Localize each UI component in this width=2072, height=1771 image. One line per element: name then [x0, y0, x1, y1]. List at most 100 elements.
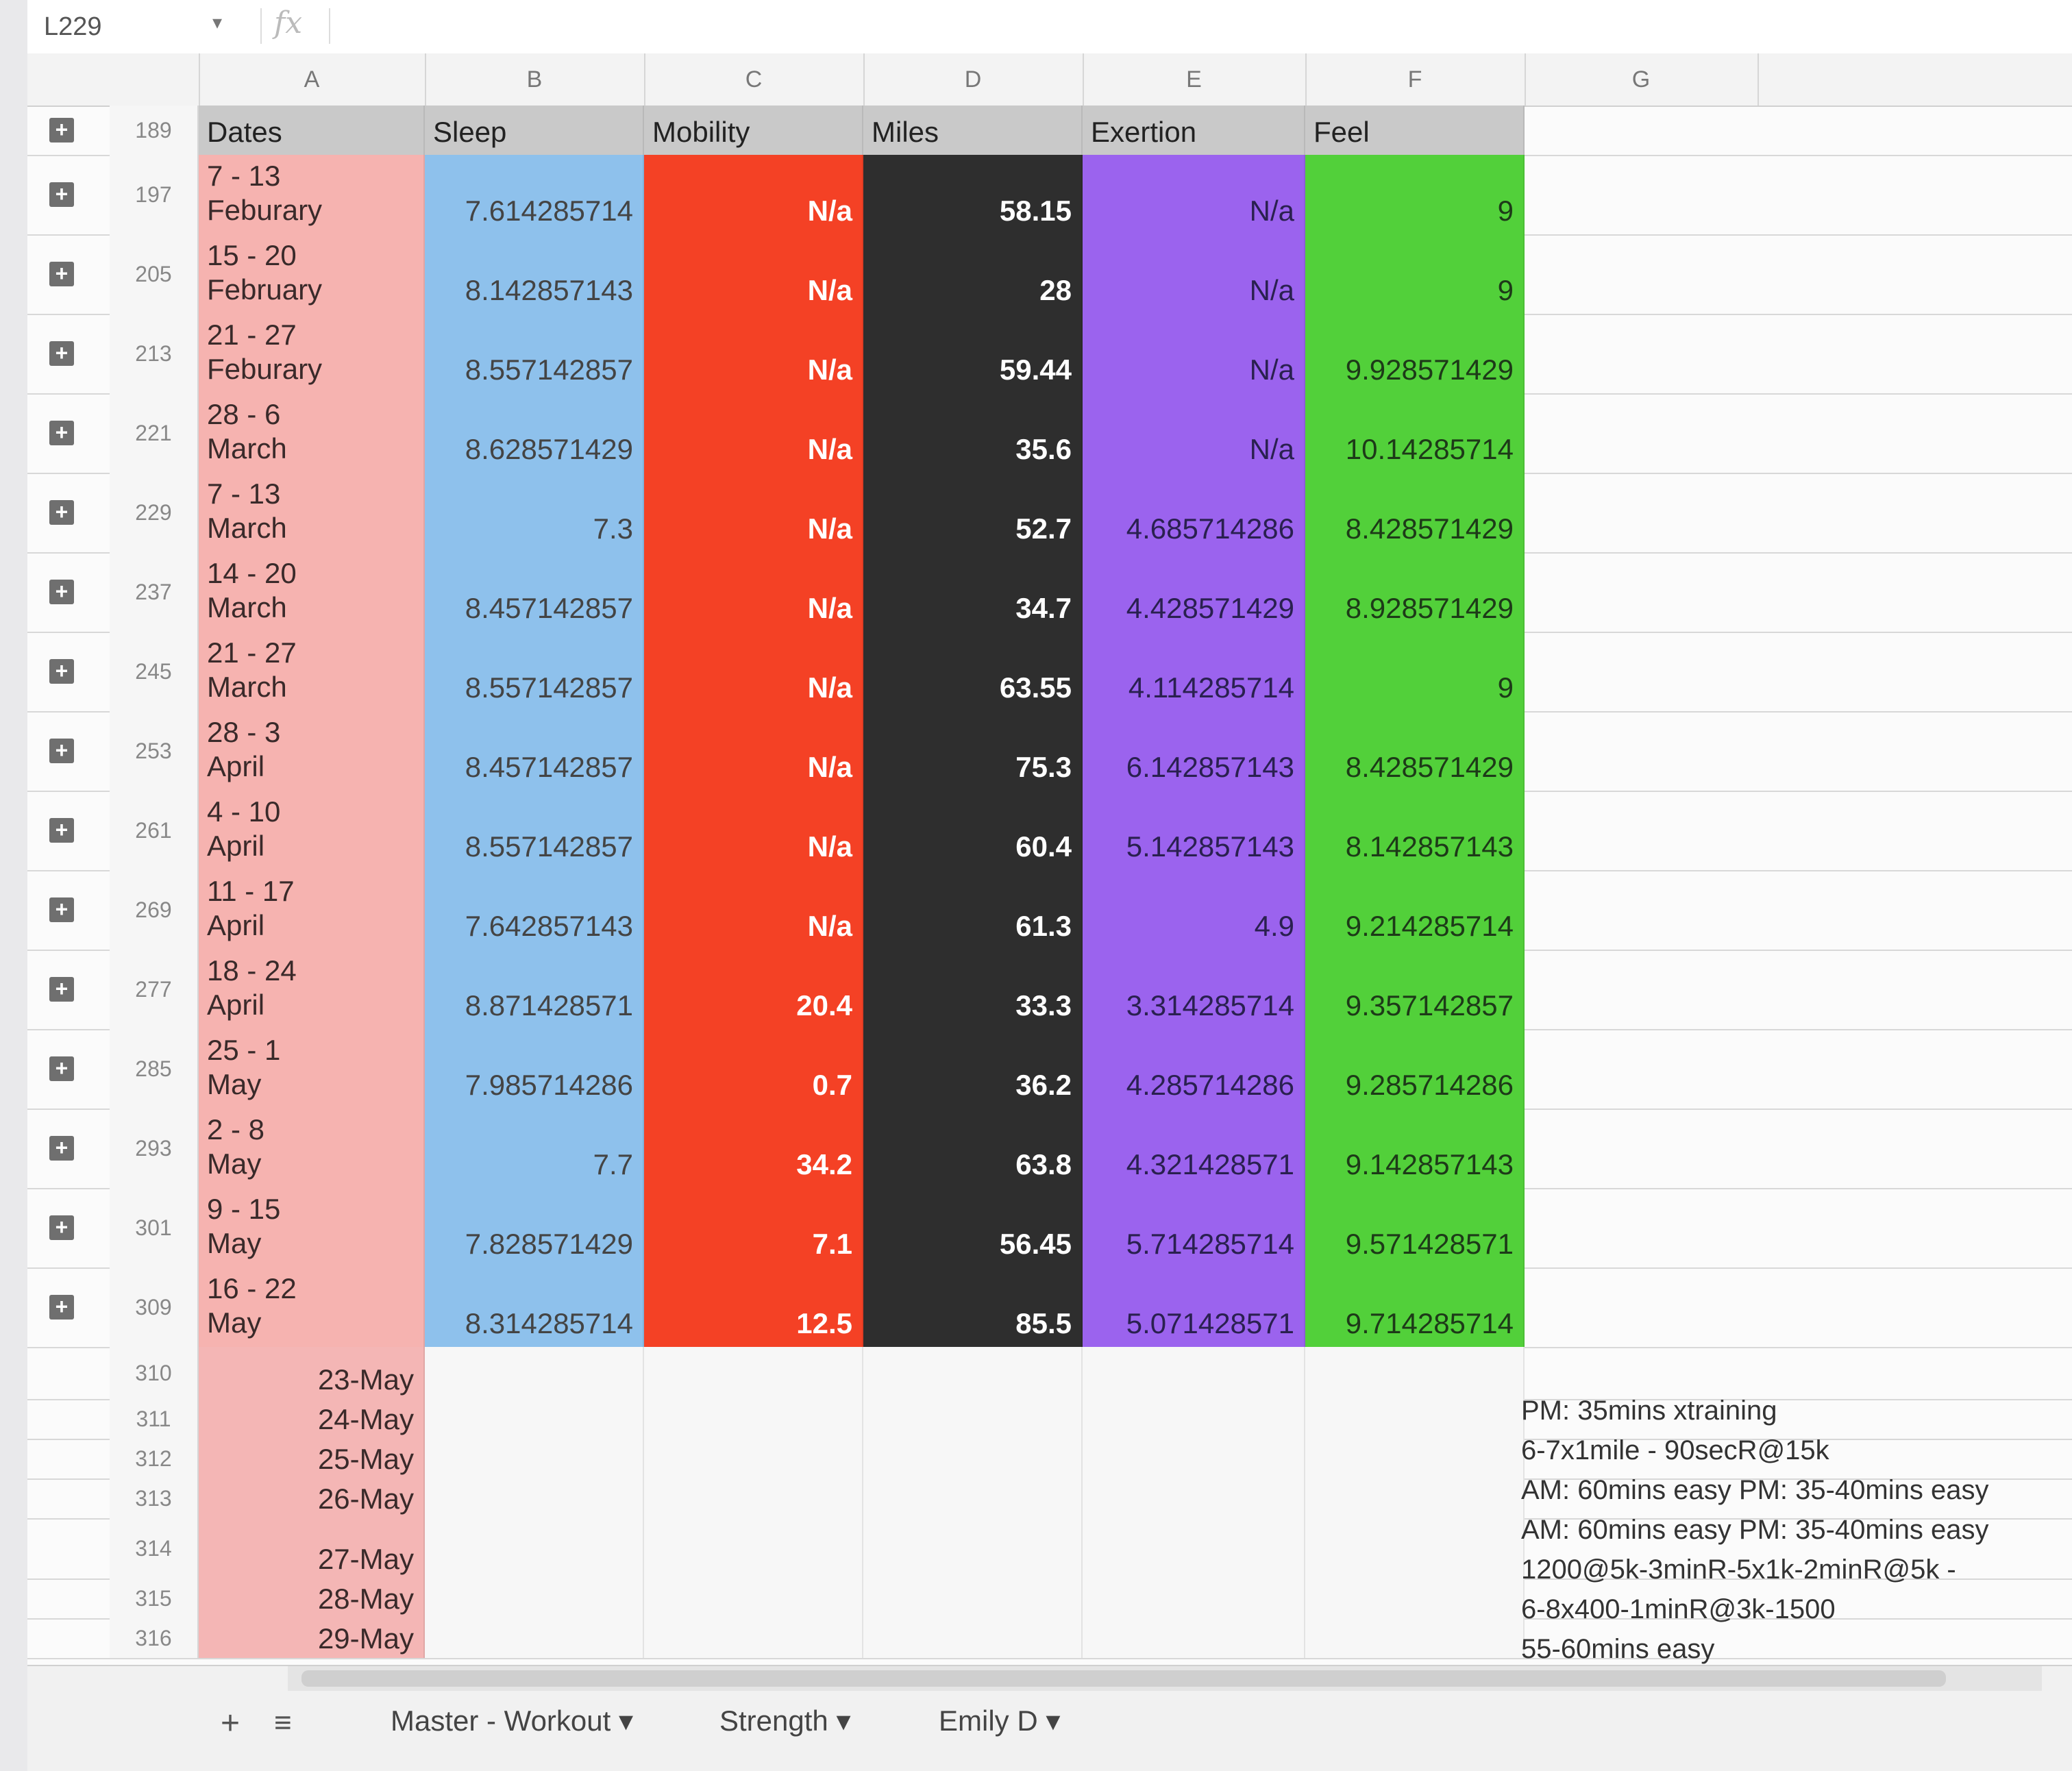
cell-miles[interactable]: 63.55 — [863, 632, 1083, 711]
cell-sleep[interactable] — [425, 1578, 644, 1618]
cell-miles[interactable]: 85.5 — [863, 1267, 1083, 1347]
cell-mobility[interactable]: N/a — [644, 473, 863, 552]
row-number[interactable]: 312 — [110, 1439, 199, 1478]
expand-group-icon[interactable]: + — [49, 1056, 74, 1081]
row-number[interactable]: 313 — [110, 1478, 199, 1518]
cell-feel[interactable]: 9.142857143 — [1305, 1109, 1525, 1188]
note-cell[interactable]: 1200@5k-3minR-5x1k-2minR@5k - — [1521, 1550, 2069, 1589]
cell-feel[interactable]: 9.285714286 — [1305, 1029, 1525, 1109]
cell-mobility[interactable] — [644, 1478, 863, 1518]
cell-feel[interactable]: 10.14285714 — [1305, 393, 1525, 473]
row-number[interactable]: 213 — [110, 314, 199, 393]
cell-mobility[interactable]: N/a — [644, 234, 863, 314]
cell-miles[interactable]: 59.44 — [863, 314, 1083, 393]
cell-dates[interactable]: 28 - 6 March — [199, 393, 425, 473]
cell-feel[interactable] — [1305, 1478, 1525, 1518]
cell-sleep[interactable]: 8.628571429 — [425, 393, 644, 473]
cell-miles[interactable] — [863, 1478, 1083, 1518]
row-number[interactable]: 237 — [110, 552, 199, 632]
expand-group-icon[interactable]: + — [49, 341, 74, 366]
cell-dates[interactable]: 29-May — [199, 1618, 425, 1658]
row-number[interactable]: 311 — [110, 1399, 199, 1439]
expand-group-icon[interactable]: + — [49, 182, 74, 207]
cell-sleep[interactable]: 8.871428571 — [425, 950, 644, 1029]
cell-dates[interactable]: 4 - 10 April — [199, 791, 425, 870]
note-cell[interactable]: AM: 60mins easy PM: 35-40mins easy — [1521, 1510, 2069, 1550]
column-header-e[interactable]: E — [1083, 53, 1307, 106]
expand-group-icon[interactable]: + — [49, 659, 74, 684]
cell-miles[interactable]: 34.7 — [863, 552, 1083, 632]
cell-dates[interactable]: 28 - 3 April — [199, 711, 425, 791]
cell-miles[interactable]: 63.8 — [863, 1109, 1083, 1188]
expand-group-icon[interactable]: + — [49, 1295, 74, 1320]
row-number[interactable]: 314 — [110, 1518, 199, 1578]
header-cell-miles[interactable]: Miles — [863, 106, 1083, 155]
cell-mobility[interactable] — [644, 1618, 863, 1658]
cell-mobility[interactable]: N/a — [644, 155, 863, 234]
note-cell[interactable]: PM: 35mins xtraining — [1521, 1391, 2069, 1431]
cell-mobility[interactable] — [644, 1578, 863, 1618]
note-cell[interactable]: 6-7x1mile - 90secR@15k — [1521, 1431, 2069, 1470]
cell-exertion[interactable] — [1083, 1578, 1305, 1618]
sheet-tab-emily-d[interactable]: Emily D ▾ — [918, 1694, 1081, 1748]
row-number[interactable]: 245 — [110, 632, 199, 711]
cell-exertion[interactable]: N/a — [1083, 393, 1305, 473]
cell-dates[interactable]: 2 - 8 May — [199, 1109, 425, 1188]
cell-mobility[interactable] — [644, 1518, 863, 1578]
cell-exertion[interactable] — [1083, 1618, 1305, 1658]
cell-miles[interactable] — [863, 1399, 1083, 1439]
cell-feel[interactable]: 9.214285714 — [1305, 870, 1525, 950]
cell-feel[interactable] — [1305, 1439, 1525, 1478]
cell-dates[interactable]: 11 - 17 April — [199, 870, 425, 950]
chevron-down-icon[interactable]: ▾ — [212, 11, 222, 34]
cell-feel[interactable] — [1305, 1347, 1525, 1399]
column-header-f[interactable]: F — [1305, 53, 1526, 106]
cell-feel[interactable] — [1305, 1518, 1525, 1578]
expand-group-icon[interactable]: + — [49, 262, 74, 286]
cell-exertion[interactable] — [1083, 1478, 1305, 1518]
cell-miles[interactable] — [863, 1347, 1083, 1399]
cell-mobility[interactable]: 20.4 — [644, 950, 863, 1029]
row-number[interactable]: 277 — [110, 950, 199, 1029]
header-cell-feel[interactable]: Feel — [1305, 106, 1525, 155]
expand-group-icon[interactable]: + — [49, 739, 74, 763]
row-number[interactable]: 197 — [110, 155, 199, 234]
cell-mobility[interactable]: N/a — [644, 791, 863, 870]
column-header-g[interactable]: G — [1525, 53, 1759, 106]
cell-mobility[interactable]: 7.1 — [644, 1188, 863, 1267]
cell-mobility[interactable]: N/a — [644, 314, 863, 393]
cell-feel[interactable]: 8.928571429 — [1305, 552, 1525, 632]
row-number[interactable]: 316 — [110, 1618, 199, 1658]
expand-group-icon[interactable]: + — [49, 897, 74, 922]
cell-mobility[interactable]: N/a — [644, 711, 863, 791]
cell-dates[interactable]: 18 - 24 April — [199, 950, 425, 1029]
cell-feel[interactable] — [1305, 1578, 1525, 1618]
row-number[interactable]: 261 — [110, 791, 199, 870]
cell-exertion[interactable]: 4.9 — [1083, 870, 1305, 950]
cell-feel[interactable]: 9.714285714 — [1305, 1267, 1525, 1347]
cell-exertion[interactable] — [1083, 1399, 1305, 1439]
cell-exertion[interactable]: 6.142857143 — [1083, 711, 1305, 791]
cell-dates[interactable]: 7 - 13 Feburary — [199, 155, 425, 234]
expand-group-icon[interactable]: + — [49, 1136, 74, 1161]
cell-dates[interactable]: 25 - 1 May — [199, 1029, 425, 1109]
header-cell-exertion[interactable]: Exertion — [1083, 106, 1305, 155]
cell-miles[interactable]: 33.3 — [863, 950, 1083, 1029]
cell-sleep[interactable]: 7.3 — [425, 473, 644, 552]
cell-dates[interactable]: 14 - 20 March — [199, 552, 425, 632]
cell-sleep[interactable]: 8.557142857 — [425, 314, 644, 393]
expand-group-icon[interactable]: + — [49, 500, 74, 525]
cell-feel[interactable]: 8.428571429 — [1305, 711, 1525, 791]
note-cell[interactable]: AM: 60mins easy PM: 35-40mins easy — [1521, 1470, 2069, 1510]
cell-exertion[interactable]: 5.714285714 — [1083, 1188, 1305, 1267]
expand-group-icon[interactable]: + — [49, 1215, 74, 1240]
cell-dates[interactable]: 27-May — [199, 1518, 425, 1578]
cell-feel[interactable]: 9 — [1305, 632, 1525, 711]
cell-miles[interactable]: 75.3 — [863, 711, 1083, 791]
cell-sleep[interactable] — [425, 1618, 644, 1658]
cell-mobility[interactable]: N/a — [644, 393, 863, 473]
scrollbar-thumb[interactable] — [301, 1670, 1946, 1687]
chevron-down-icon[interactable]: ▾ — [619, 1705, 633, 1737]
cell-sleep[interactable]: 7.828571429 — [425, 1188, 644, 1267]
cell-sleep[interactable] — [425, 1347, 644, 1399]
